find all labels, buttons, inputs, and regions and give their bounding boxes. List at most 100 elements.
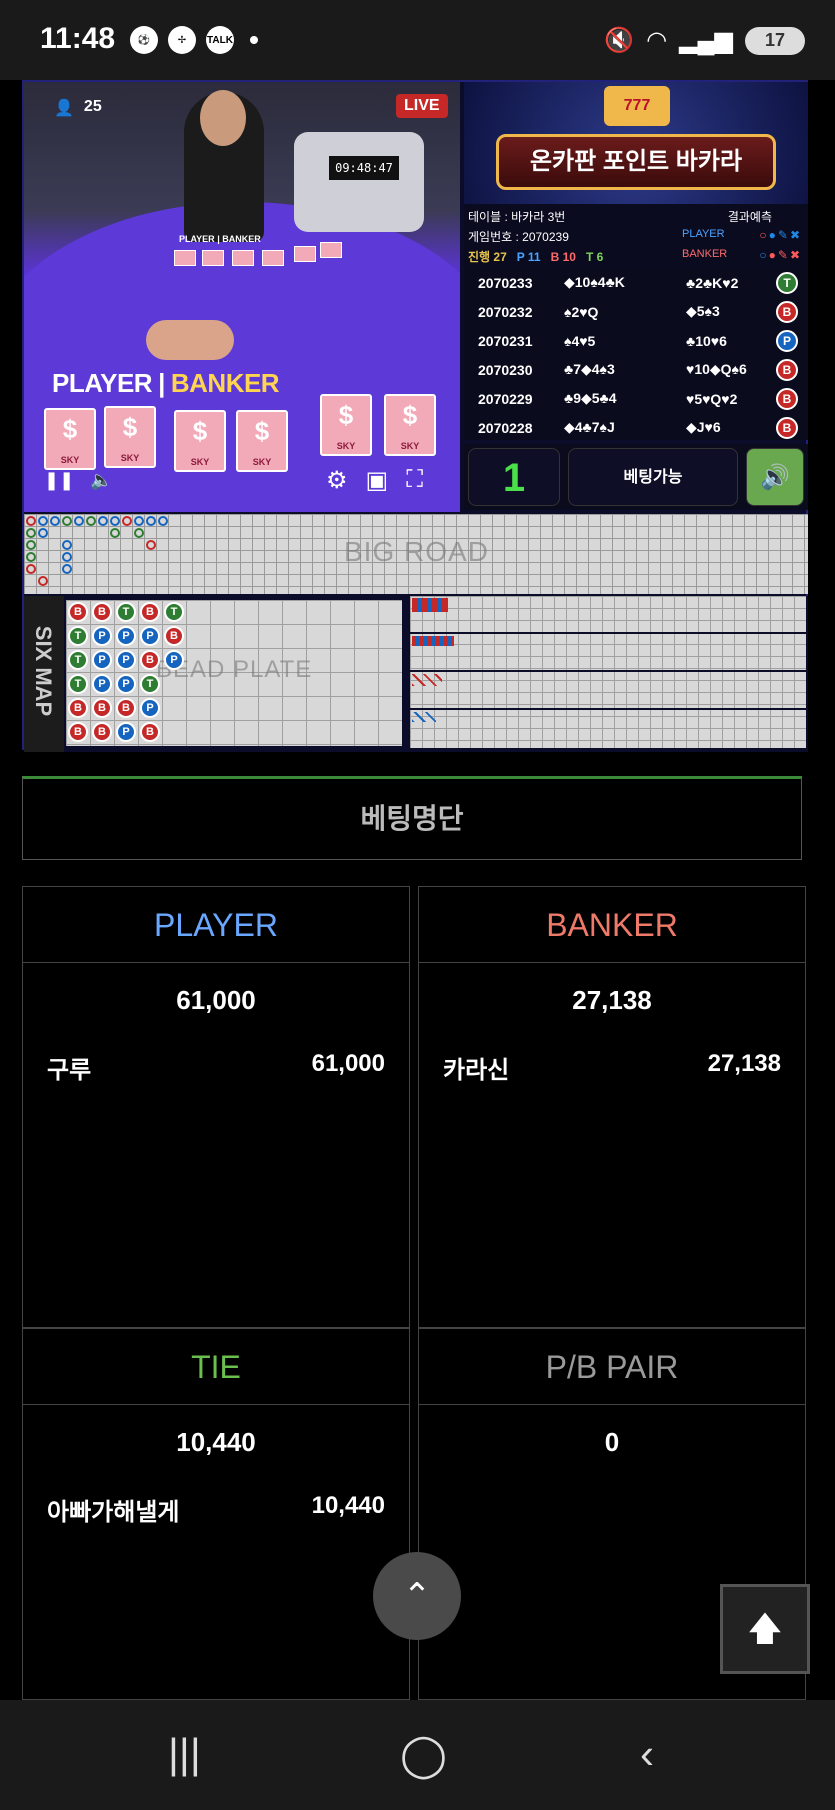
battery-icon: 17 [745, 26, 805, 55]
back-icon[interactable]: ‹ [640, 1730, 654, 1778]
picture-in-picture-icon[interactable]: ▣ [366, 466, 389, 495]
signal-icon: ▂▄▆ [679, 27, 733, 54]
result-prediction-label: 결과예측 [727, 210, 772, 224]
big-eye-road-marks [412, 598, 448, 612]
road-mark [110, 516, 120, 526]
up-arrow-icon[interactable]: 🡅 [720, 1584, 810, 1674]
round-history: 2070233 ◆10♠4♣K ♣2♣K♥2 T 2070232 ♠2♥Q ◆5♠3 B 2… [464, 268, 808, 440]
bet-list-title: 베팅명단 [22, 776, 802, 860]
road-mark [38, 528, 48, 538]
table-card [294, 246, 316, 262]
banker-prediction-label: BANKER [682, 248, 728, 260]
big-road-label: BIG ROAD [344, 536, 489, 567]
bead-t: T [68, 650, 88, 670]
tie-count: T 6 [585, 250, 604, 264]
playing-card: SKY [320, 394, 372, 456]
road-mark [62, 540, 72, 550]
bet-entry: 아빠가해낼게 10,440 [23, 1492, 409, 1532]
bead-p: P [92, 674, 112, 694]
tie-total: 10,440 [176, 1427, 256, 1457]
notification-icons: ⚽ ✢ TALK [130, 26, 258, 54]
table-card [262, 250, 284, 266]
game-info: 테이블 : 바카라 3번 결과예측 게임번호 : 2070239 PLAYER … [464, 204, 808, 268]
result-badge: B [776, 387, 798, 410]
tie-header: TIE [23, 1329, 409, 1405]
settings-gear-icon[interactable]: ⚙ [326, 466, 348, 495]
soccer-icon: ⚽ [130, 26, 158, 54]
banker-prediction-marks[interactable]: ○●✎✖ [759, 248, 802, 262]
player-prediction-marks[interactable]: ○●✎✖ [759, 228, 802, 242]
six-map-tag: SIX MAP [24, 596, 64, 752]
player-bet-panel: PLAYER 61,000 구루 61,000 [22, 886, 410, 1328]
bead-b: B [140, 602, 160, 622]
pair-total: 0 [604, 1427, 620, 1457]
progress-counts: 진행 27 P 11 B 10 T 6 [468, 248, 603, 265]
road-mark [74, 516, 84, 526]
table-timer: 09:48:47 [329, 156, 399, 180]
mute-video-icon[interactable]: 🔈 [90, 470, 112, 491]
bead-p: P [164, 650, 184, 670]
road-divider [410, 632, 806, 634]
bead-b: B [164, 626, 184, 646]
bead-b: B [140, 650, 160, 670]
home-icon[interactable]: ◯ [400, 1730, 447, 1779]
pair-header: P/B PAIR [419, 1329, 805, 1405]
bead-b: B [92, 602, 112, 622]
road-mark [26, 552, 36, 562]
banker-bet-panel: BANKER 27,138 카라신 27,138 [418, 886, 806, 1328]
pinwheel-icon: ✢ [168, 26, 196, 54]
bead-t: T [116, 602, 136, 622]
result-badge: B [776, 416, 798, 439]
bead-p: P [140, 698, 160, 718]
bead-b: B [68, 722, 88, 742]
playing-card: SKY [384, 394, 436, 456]
logo-title: 온카판 포인트 바카라 [496, 134, 776, 190]
bead-p: P [116, 674, 136, 694]
big-road: BIG ROAD [24, 514, 808, 594]
system-icons: 🔇 ◠ ▂▄▆ 17 [604, 26, 805, 55]
bead-b: B [92, 722, 112, 742]
game-number: 게임번호 : 2070239 [468, 230, 569, 244]
player-header: PLAYER [23, 887, 409, 963]
road-mark [62, 516, 72, 526]
small-road-marks [412, 636, 454, 646]
bettor-name: 아빠가해낼게 [47, 1499, 180, 1526]
road-mark [122, 516, 132, 526]
derived-roads [410, 596, 806, 748]
clock: 11:48 [40, 22, 116, 55]
player-prediction-label: PLAYER [682, 228, 725, 240]
bead-b: B [68, 698, 88, 718]
live-badge: LIVE [396, 94, 448, 118]
bettor-name: 카라신 [443, 1057, 510, 1084]
history-row: 2070230 ♣7◆4♠3 ♥10◆Q♠6 B [464, 355, 808, 384]
bead-p: P [140, 626, 160, 646]
road-mark [86, 516, 96, 526]
player-total: 61,000 [176, 985, 256, 1015]
bead-plate: BEAD PLATE BTTTBBBPPPBBTPPPBPBPBTPBTBP [66, 600, 402, 746]
pause-icon[interactable]: ❚❚ [44, 470, 74, 491]
roulette-wheel [294, 132, 424, 232]
result-badge: B [776, 358, 798, 381]
table-card [320, 242, 342, 258]
road-mark [110, 528, 120, 538]
banker-count: B 10 [550, 250, 576, 264]
dealer-head [200, 90, 246, 146]
cockroach-road-marks [412, 674, 442, 686]
playing-card: SKY [44, 408, 96, 470]
bead-t: T [140, 674, 160, 694]
fullscreen-icon[interactable]: ⛶ [406, 466, 423, 495]
live-video[interactable]: 09:48:47 👤 25 LIVE PLAYER | BANKER PLAYE… [24, 82, 460, 512]
bead-t: T [68, 626, 88, 646]
road-divider [410, 670, 806, 672]
road-mark [134, 528, 144, 538]
bead-t: T [68, 674, 88, 694]
scroll-to-top-chevron-icon[interactable]: ⌃ [373, 1552, 461, 1640]
road-mark [146, 540, 156, 550]
video-controls-right: ⚙ ▣ ⛶ [326, 466, 423, 495]
baccarat-game-panel: 09:48:47 👤 25 LIVE PLAYER | BANKER PLAYE… [22, 80, 808, 752]
recent-apps-icon[interactable]: ||| [168, 1730, 201, 1778]
speaker-icon[interactable]: 🔊 [746, 448, 804, 506]
betting-state: 1 베팅가능 🔊 [464, 444, 808, 510]
status-bar: 11:48 ⚽ ✢ TALK 🔇 ◠ ▂▄▆ 17 [0, 0, 835, 80]
video-controls-left: ❚❚ 🔈 [44, 470, 113, 491]
